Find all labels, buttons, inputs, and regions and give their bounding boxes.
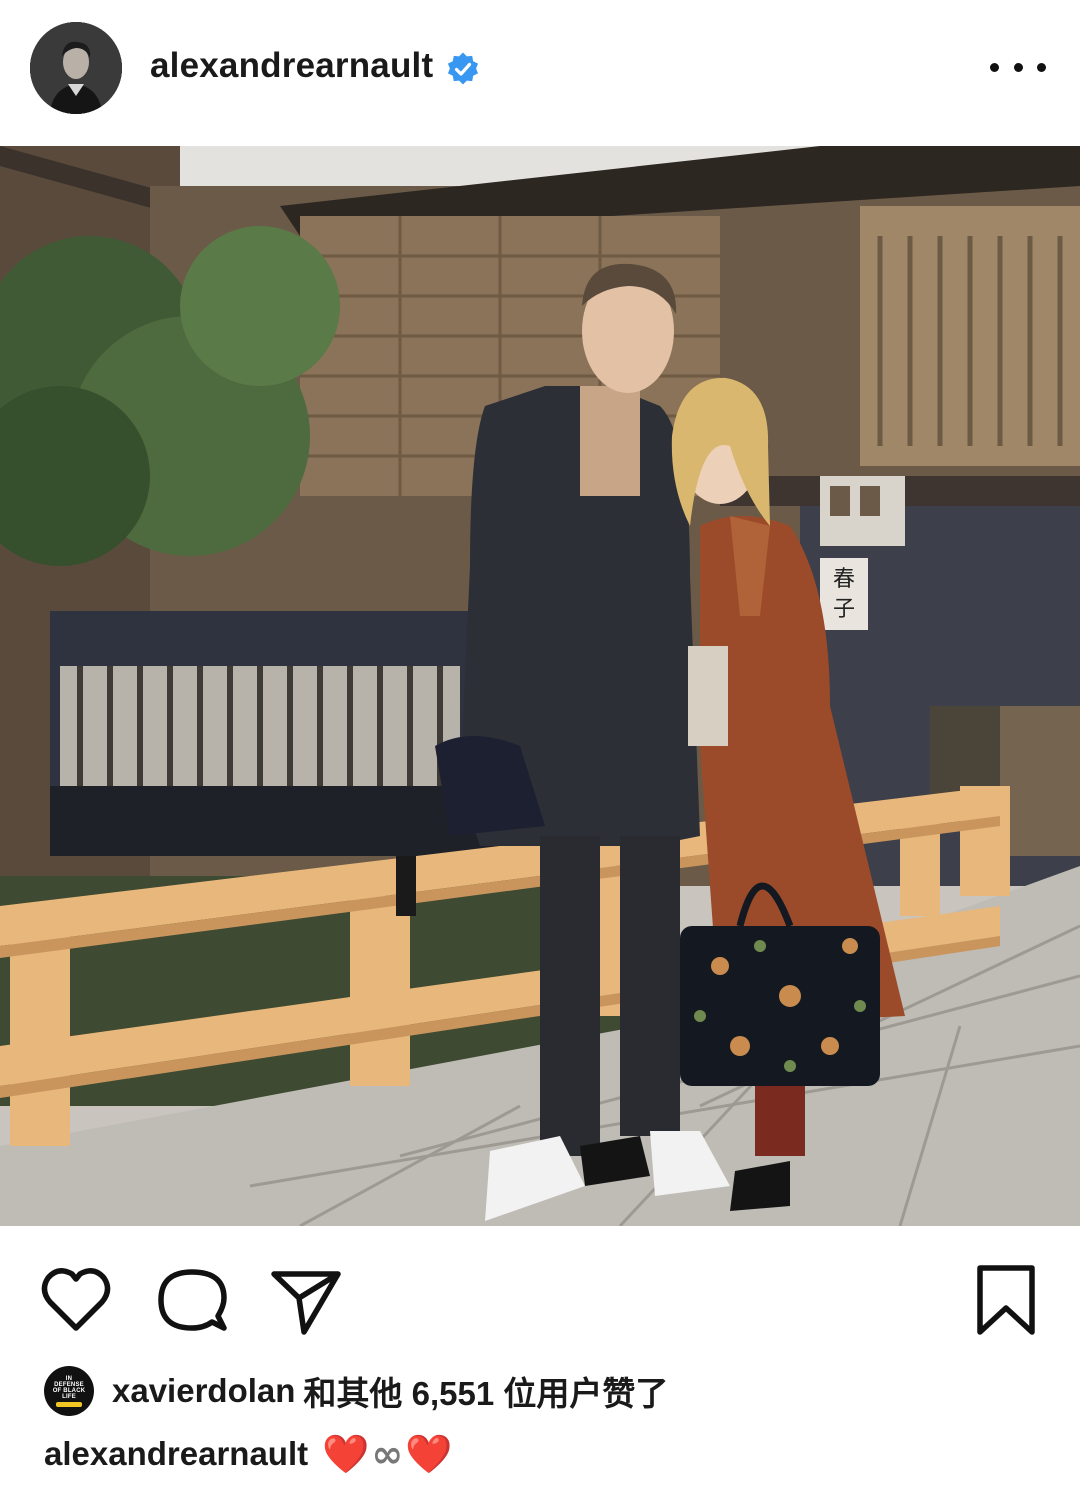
liker-avatar[interactable]: IN DEFENSE OF BLACK LIFE xyxy=(44,1366,94,1416)
verified-badge-icon xyxy=(447,52,479,85)
liker-avatar-text: IN DEFENSE OF BLACK LIFE xyxy=(52,1375,86,1400)
likes-count-text[interactable]: 和其他 6,551 位用户赞了 xyxy=(303,1367,668,1415)
shop-sign-text: 春 xyxy=(833,567,855,592)
caption-text: ❤️∞❤️ xyxy=(322,1432,454,1477)
more-dot xyxy=(1013,62,1023,72)
caption-username[interactable]: alexandrearnault xyxy=(44,1435,308,1473)
profile-avatar[interactable] xyxy=(30,22,122,114)
red-heart-emoji: ❤️ xyxy=(405,1431,455,1476)
post-photo[interactable]: 春 子 xyxy=(0,146,1080,1226)
post-username[interactable]: alexandrearnault xyxy=(150,46,433,86)
svg-text:子: 子 xyxy=(833,597,855,622)
infinity-symbol: ∞ xyxy=(371,1431,406,1476)
liker-avatar-bar xyxy=(56,1401,82,1407)
liker-username[interactable]: xavierdolan xyxy=(112,1372,295,1410)
bookmark-icon[interactable] xyxy=(966,1260,1046,1340)
post-actions-bar xyxy=(0,1226,1080,1356)
likes-row: IN DEFENSE OF BLACK LIFE xavierdolan 和其他… xyxy=(44,1366,1044,1416)
caption-row: alexandrearnault ❤️∞❤️ xyxy=(44,1428,1044,1480)
comment-icon[interactable] xyxy=(152,1260,232,1340)
share-icon[interactable] xyxy=(266,1260,346,1340)
more-dot xyxy=(1037,62,1046,72)
more-dot xyxy=(990,62,999,72)
heart-icon[interactable] xyxy=(36,1260,116,1340)
more-options-button[interactable] xyxy=(990,50,1046,84)
red-heart-emoji: ❤️ xyxy=(322,1431,372,1476)
street-photo-image: 春 子 xyxy=(0,146,1080,1226)
avatar-image xyxy=(30,22,122,114)
post-header: alexandrearnault xyxy=(0,0,1080,146)
